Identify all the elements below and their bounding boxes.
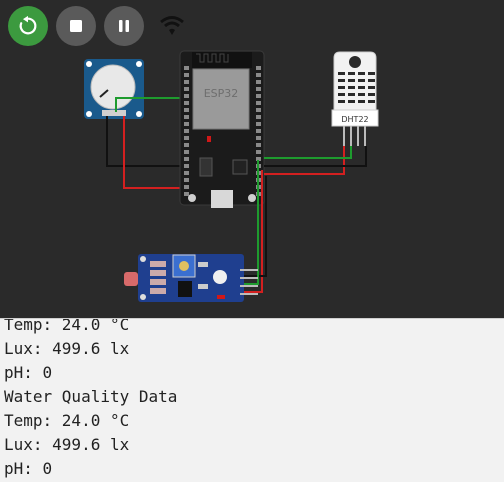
serial-line: Lux: 499.6 lx xyxy=(4,435,130,454)
pause-icon xyxy=(119,20,129,32)
pause-button[interactable] xyxy=(104,6,144,46)
serial-line: Temp: 24.0 °C xyxy=(4,411,130,430)
restart-icon xyxy=(19,15,37,35)
wifi-icon xyxy=(158,12,186,40)
serial-line: Lux: 499.6 lx xyxy=(4,339,130,358)
potentiometer[interactable] xyxy=(84,59,144,119)
circuit-diagram: ESP32 DHT22 xyxy=(84,50,379,302)
serial-line: Temp: 24.0 °C xyxy=(4,318,130,334)
svg-text:ESP32: ESP32 xyxy=(204,87,239,100)
serial-output: Temp: 24.0 °C Lux: 499.6 lx pH: 0 Water Qua… xyxy=(4,318,178,481)
serial-line: pH: 0 xyxy=(4,459,53,478)
restart-button[interactable] xyxy=(8,6,48,46)
esp32-board[interactable]: ESP32 xyxy=(179,50,265,208)
serial-monitor[interactable]: Temp: 24.0 °C Lux: 499.6 lx pH: 0 Water Qua… xyxy=(0,318,504,482)
serial-line: Water Quality Data xyxy=(4,387,178,406)
dht22-sensor[interactable]: DHT22 xyxy=(331,51,379,146)
serial-line: pH: 0 xyxy=(4,363,53,382)
simulation-canvas[interactable]: ESP32 DHT22 xyxy=(0,0,504,318)
light-sensor-module[interactable] xyxy=(124,254,258,302)
svg-text:DHT22: DHT22 xyxy=(341,115,368,124)
stop-icon xyxy=(70,20,82,32)
stop-button[interactable] xyxy=(56,6,96,46)
